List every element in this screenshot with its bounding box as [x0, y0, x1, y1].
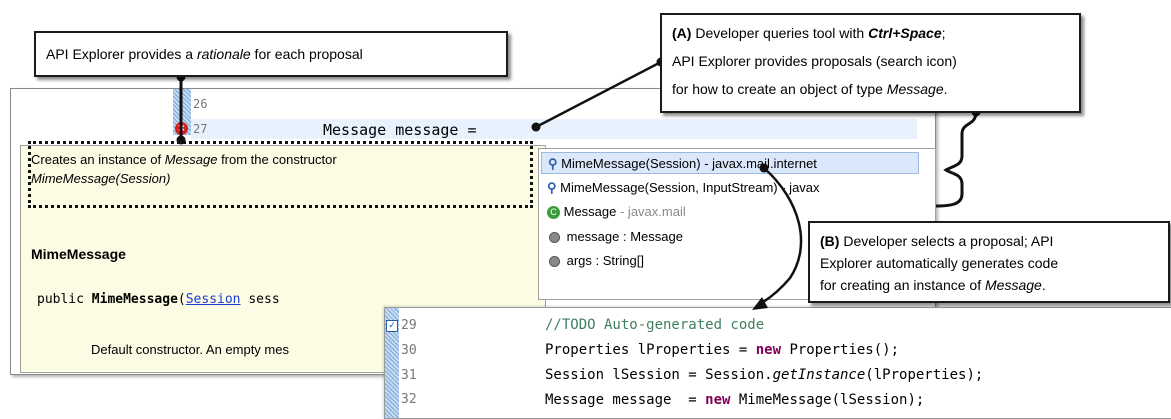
callout-a-connector	[535, 60, 662, 129]
selection-arrow	[759, 167, 803, 306]
rationale-connector-end	[176, 135, 186, 145]
selection-arrow-dot	[759, 163, 769, 173]
cursor-dot	[531, 122, 541, 132]
callout-rationale: API Explorer provides a rationale for ea…	[34, 31, 508, 77]
proposal-brace	[935, 111, 978, 208]
callout-b: (B) Developer selects a proposal; API Ex…	[808, 221, 1170, 303]
callout-a: (A) Developer queries tool with Ctrl+Spa…	[660, 13, 1081, 113]
